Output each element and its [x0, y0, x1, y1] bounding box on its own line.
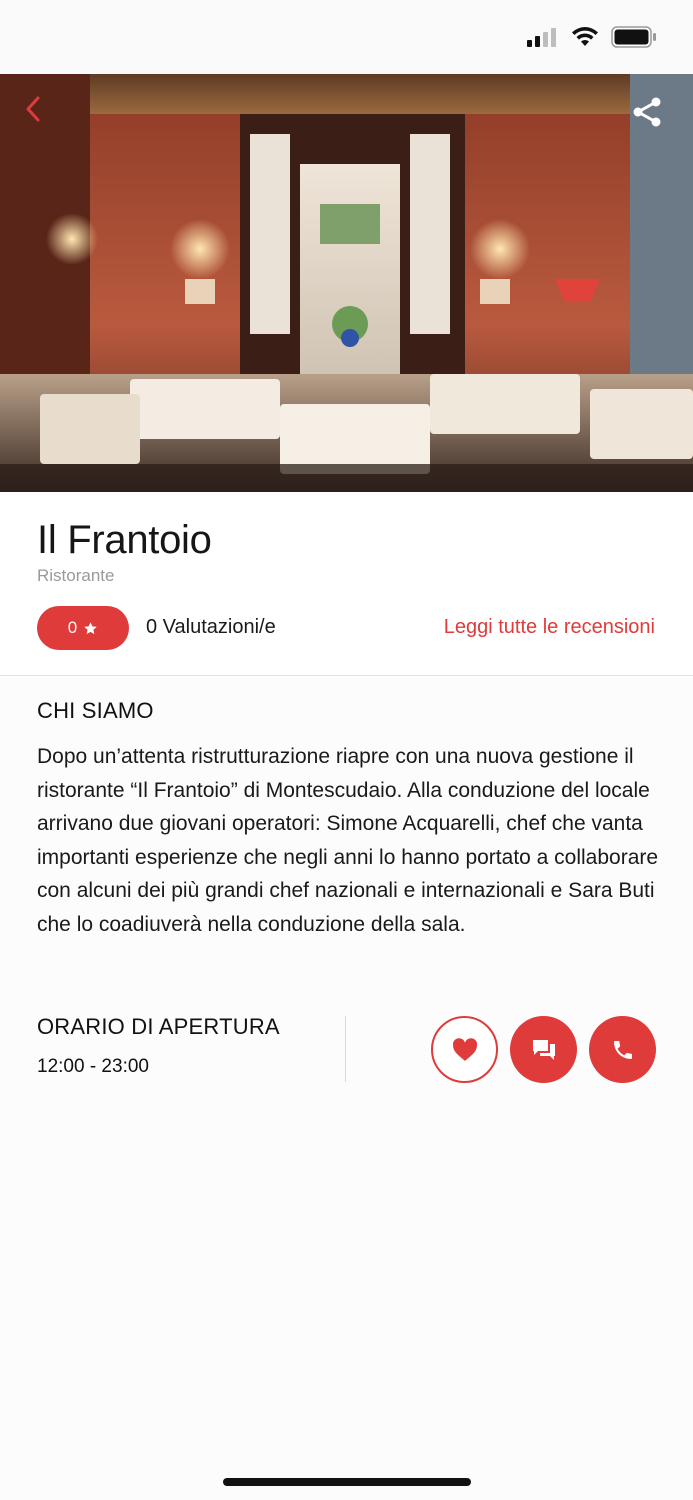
back-button[interactable]: [18, 94, 48, 124]
restaurant-name: Il Frantoio: [37, 518, 212, 562]
share-icon: [633, 97, 661, 127]
opening-hours-heading: ORARIO DI APERTURA: [37, 1014, 280, 1039]
action-buttons: [431, 1016, 656, 1083]
chevron-left-icon: [26, 96, 40, 122]
rating-value: 0: [67, 618, 78, 637]
restaurant-photo: [0, 74, 693, 492]
star-icon: [84, 621, 97, 634]
restaurant-category: Ristorante: [37, 566, 115, 585]
status-icons: [527, 26, 657, 48]
read-all-reviews-link[interactable]: Leggi tutte le recensioni: [444, 616, 655, 639]
about-heading: CHI SIAMO: [37, 698, 154, 723]
chat-icon: [532, 1039, 555, 1060]
about-text: Dopo un’attenta ristrutturazione riapre …: [37, 745, 659, 936]
about-section: CHI SIAMO Dopo un’attenta ristrutturazio…: [37, 698, 662, 941]
share-button[interactable]: [629, 94, 665, 130]
ratings-count: 0 Valutazioni/e: [146, 616, 276, 638]
restaurant-info: Il Frantoio Ristorante 0 0 Valutazioni/e…: [0, 492, 693, 676]
chat-button[interactable]: [510, 1016, 577, 1083]
vertical-divider: [345, 1016, 346, 1082]
opening-hours-value: 12:00 - 23:00: [37, 1056, 149, 1077]
cellular-signal-icon: [527, 28, 556, 47]
battery-icon: [611, 26, 656, 48]
call-button[interactable]: [589, 1016, 656, 1083]
phone-icon: [613, 1040, 632, 1059]
favorite-button[interactable]: [431, 1016, 498, 1083]
home-indicator[interactable]: [223, 1478, 471, 1486]
heart-icon: [452, 1037, 477, 1061]
opening-hours-section: ORARIO DI APERTURA 12:00 - 23:00: [37, 1014, 337, 1078]
rating-badge[interactable]: 0: [37, 606, 129, 650]
status-bar: [0, 0, 693, 74]
wifi-icon: [572, 27, 598, 46]
hero-image: [0, 74, 693, 492]
